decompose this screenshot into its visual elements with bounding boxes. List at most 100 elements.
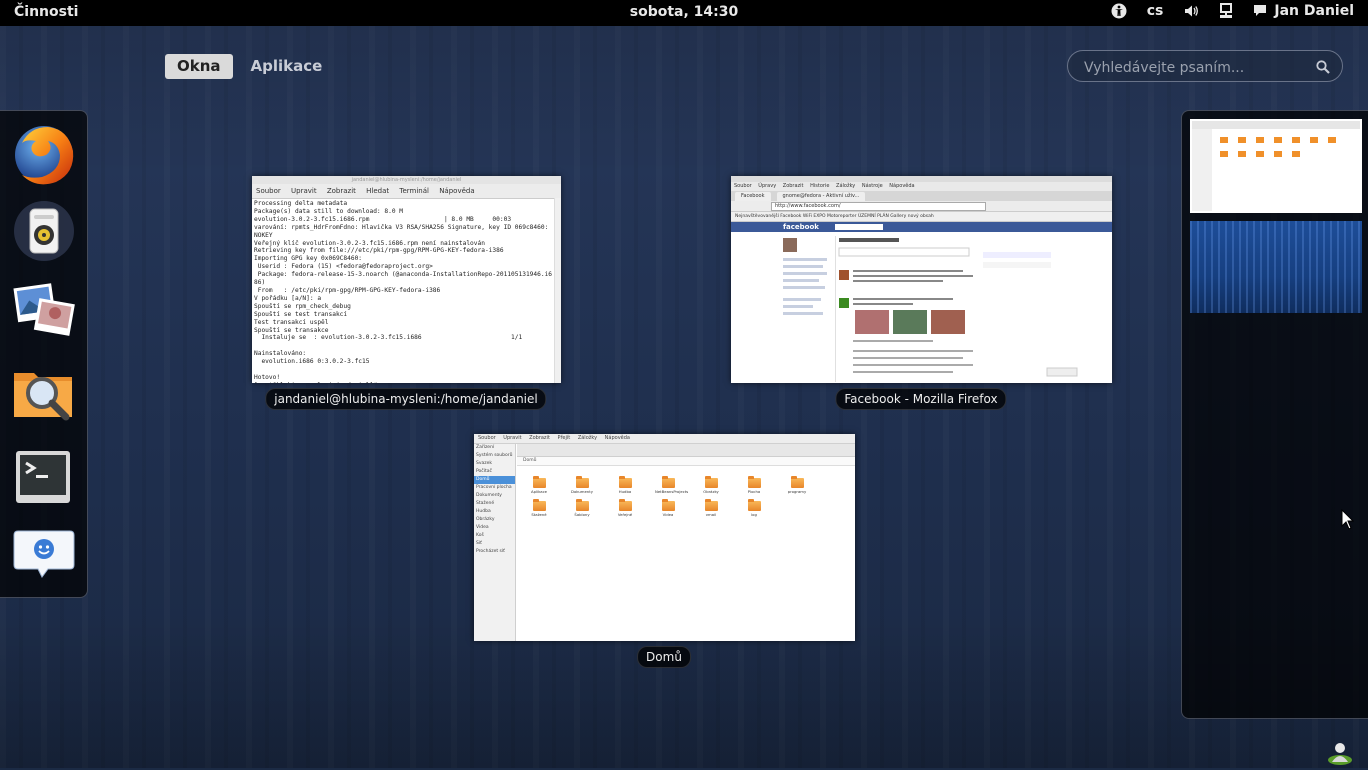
facebook-header: facebook	[731, 222, 1112, 232]
terminal-line: Package: fedora-release-15-3.noarch (@an…	[254, 271, 553, 279]
tab-applications[interactable]: Aplikace	[239, 54, 335, 79]
folder-item: log	[741, 499, 767, 517]
accessibility-icon[interactable]	[1111, 3, 1127, 19]
folder-icon	[790, 476, 804, 488]
folder-item: Šablony	[569, 499, 595, 517]
folder-item: programy	[784, 476, 810, 494]
folder-label: Dokumenty	[571, 489, 593, 494]
menu-item: Soubor	[256, 187, 281, 195]
folder-icon	[618, 499, 632, 511]
software-update-icon[interactable]	[1326, 740, 1354, 766]
window-title: jandaniel@hlubina-mysleni:/home/jandanie…	[252, 176, 561, 184]
browser-tab: gnome@fedora - Aktivní uživ...	[776, 192, 866, 201]
terminal-line: Test transakcí uspěl	[254, 318, 329, 326]
terminal-line: [root@hlubina-mysleni jandaniel]#	[254, 382, 381, 383]
menu-item: Nápověda	[439, 187, 475, 195]
folder-icon	[704, 476, 718, 488]
terminal-line: NOKEY	[254, 231, 273, 239]
empathy-icon[interactable]	[10, 521, 78, 589]
sidebar-heading: Síť	[476, 541, 482, 546]
search-icon	[1316, 59, 1330, 78]
menu-item: Zobrazit	[326, 187, 356, 195]
files-search-icon[interactable]	[10, 357, 78, 425]
nautilus-pathbar: Domů	[517, 457, 855, 466]
folder-label: vmail	[705, 512, 717, 517]
folder-item: NetBeansProjects	[655, 476, 689, 494]
folder-label: Aplikace	[531, 489, 547, 494]
search-input[interactable]	[1082, 57, 1311, 79]
menu-item: Hledat	[366, 187, 390, 195]
menu-item: Upravit	[503, 435, 522, 441]
keyboard-layout-indicator[interactable]: cs	[1147, 3, 1164, 19]
rhythmbox-icon[interactable]	[10, 197, 78, 265]
terminal-line: Package(s) data still to download: 8.0 M	[254, 207, 404, 215]
top-bar: Činnosti sobota, 14:30 cs Jan Daniel	[0, 0, 1368, 26]
terminal-line: Importing GPG key 0x069C8460:	[254, 255, 363, 263]
workspace-1[interactable]	[1190, 119, 1362, 213]
folder-icon	[661, 476, 675, 488]
folder-item: Veřejné	[612, 499, 638, 517]
folder-label: Plocha	[747, 489, 761, 494]
terminal-line: Userid : Fedora (15) <fedora@fedoraproje…	[254, 263, 433, 271]
window-terminal[interactable]: jandaniel@hlubina-mysleni:/home/jandanie…	[252, 176, 561, 383]
sidebar-item: Videa	[476, 525, 489, 530]
folder-label: Obrázky	[703, 489, 719, 494]
folder-item: Dokumenty	[569, 476, 595, 494]
sidebar-item: Dokumenty	[476, 493, 502, 498]
terminal-line: 86)	[254, 279, 266, 287]
window-caption-terminal[interactable]: jandaniel@hlubina-mysleni:/home/jandanie…	[265, 388, 547, 410]
shotwell-icon[interactable]	[10, 275, 78, 343]
firefox-tabs: Facebook gnome@fedora - Aktivní uživ...	[731, 191, 1112, 201]
folder-item: Obrázky	[698, 476, 724, 494]
window-caption-nautilus[interactable]: Domů	[637, 646, 691, 668]
folder-icon	[661, 499, 675, 511]
facebook-page-content	[731, 232, 1112, 382]
terminal-line: Spouští se transakce	[254, 326, 329, 334]
firefox-icon[interactable]	[10, 121, 78, 189]
terminal-icon[interactable]	[10, 445, 78, 513]
network-icon[interactable]	[1219, 3, 1233, 19]
window-caption-firefox[interactable]: Facebook - Mozilla Firefox	[835, 388, 1007, 410]
folder-item: Aplikace	[526, 476, 552, 494]
workspace-2[interactable]	[1190, 221, 1362, 313]
terminal-line: evolution-3.0.2-3.fc15.i686.rpm | 8.0 MB…	[254, 215, 512, 223]
folder-icon	[747, 499, 761, 511]
window-firefox[interactable]: Soubor Úpravy Zobrazit Historie Záložky …	[731, 176, 1112, 383]
path-label: Domů	[523, 458, 537, 463]
sidebar-heading: Zařízení	[476, 445, 495, 450]
folder-item: Videa	[655, 499, 681, 517]
sidebar-item: Obrázky	[476, 517, 495, 522]
folder-label: NetBeansProjects	[655, 489, 689, 494]
search-box	[1067, 50, 1343, 82]
menu-item: Soubor	[734, 183, 752, 189]
volume-icon[interactable]	[1183, 3, 1199, 19]
nautilus-menubar: Soubor Upravit Zobrazit Přejít Záložky N…	[474, 434, 855, 444]
folder-icon	[532, 476, 546, 488]
nautilus-toolbar	[517, 444, 855, 457]
tab-windows[interactable]: Okna	[165, 54, 233, 79]
window-nautilus[interactable]: Soubor Upravit Zobrazit Přejít Záložky N…	[474, 434, 855, 641]
folder-icon	[575, 499, 589, 511]
folder-icon	[704, 499, 718, 511]
terminal-line: Processing delta metadata	[254, 200, 348, 207]
firefox-navbar: http://www.facebook.com/	[731, 201, 1112, 212]
folder-label: Videa	[662, 512, 674, 517]
menu-item: Přejít	[557, 435, 571, 441]
menu-item: Nástroje	[861, 183, 883, 189]
menu-item: Upravit	[291, 187, 317, 195]
folder-label: Stažené	[531, 512, 547, 517]
sidebar-item: Svazek	[476, 461, 493, 466]
terminal-line: Instaluje se : evolution-3.0.2-3.fc15.i6…	[254, 334, 523, 342]
folder-item: vmail	[698, 499, 724, 517]
view-selector: Okna Aplikace	[165, 54, 334, 79]
menu-item: Terminál	[399, 187, 429, 195]
folder-label: Šablony	[574, 512, 590, 517]
firefox-menubar: Soubor Úpravy Zobrazit Historie Záložky …	[731, 182, 1112, 191]
folder-label: programy	[787, 489, 807, 494]
browser-tab: Facebook	[735, 192, 771, 201]
sidebar-item: Systém souborů	[476, 453, 513, 458]
folder-icon	[747, 476, 761, 488]
terminal-line: V pořádku [a/N]: a	[254, 294, 322, 302]
menu-item: Historie	[810, 183, 830, 189]
user-menu[interactable]: Jan Daniel	[1253, 3, 1354, 19]
